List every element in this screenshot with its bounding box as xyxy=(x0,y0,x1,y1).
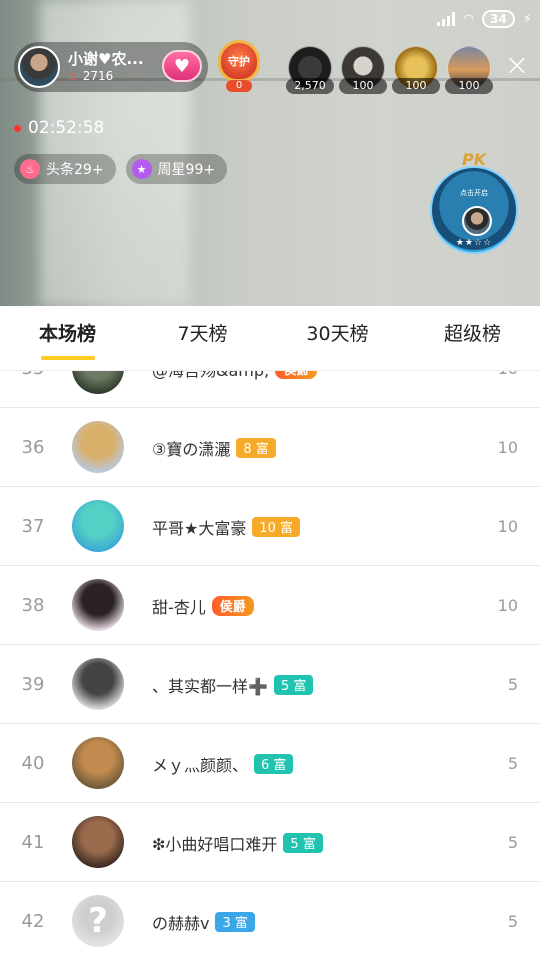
contribution-score: 5 xyxy=(507,833,518,852)
user-avatar[interactable] xyxy=(72,500,124,552)
rank-number: 39 xyxy=(21,674,45,695)
ranking-row[interactable]: 36 ③寶の潇灑 8 富 10 xyxy=(0,408,540,487)
ranking-rows: 35 @海吾殇&amp; 侯爵 10 36 ③寶の潇灑8 富 10 37 平哥★大富豪10 富 1… xyxy=(0,370,540,960)
ranking-row[interactable]: 38 甜-杏儿 侯爵 10 xyxy=(0,566,540,645)
viewer-avatar[interactable]: 2,570 xyxy=(286,46,334,94)
user-name: 、其实都一样➕ xyxy=(152,676,268,696)
viewer-badge: 100 xyxy=(339,78,387,94)
flame-icon: ♨ xyxy=(20,159,40,179)
user-avatar[interactable] xyxy=(72,658,124,710)
tag-weekly-star[interactable]: ★ 周星99+ xyxy=(125,154,228,184)
timer-text: 02:52:58 xyxy=(28,118,105,138)
star-icon: ★ xyxy=(131,159,152,179)
viewer-badge: 100 xyxy=(445,78,493,94)
flame-icon: ♨ xyxy=(68,69,79,83)
level-badge: 5 富 xyxy=(283,832,323,853)
user-avatar[interactable] xyxy=(72,816,124,868)
contribution-score: 10 xyxy=(498,371,518,408)
guard-button[interactable]: 守护 0 xyxy=(218,40,260,92)
level-badge: 8 富 xyxy=(236,437,276,458)
viewer-badge: 100 xyxy=(392,78,440,94)
rank-number: 36 xyxy=(21,437,45,458)
contribution-score: 10 xyxy=(497,517,518,536)
user-name: ③寶の潇灑 xyxy=(152,439,231,459)
level-badge: 10 富 xyxy=(252,516,301,537)
pk-ring: 点击开启 ★★☆☆ xyxy=(430,166,518,254)
level-badge: 侯爵 xyxy=(275,371,318,379)
ranking-row[interactable]: 41 ❇小曲好唱口难开 5 富 5 xyxy=(0,803,540,882)
user-avatar[interactable] xyxy=(72,737,124,789)
viewer-avatar[interactable]: 100 xyxy=(445,46,493,94)
tab-7-days[interactable]: 7天榜 xyxy=(135,306,270,370)
charging-icon: ⚡ xyxy=(522,11,532,27)
level-badge: 6 富 xyxy=(254,753,294,774)
rank-number: 42 xyxy=(21,911,45,932)
contribution-score: 10 xyxy=(497,596,518,615)
pk-hint: 点击开启 xyxy=(460,189,488,197)
rank-number: 41 xyxy=(21,832,45,853)
tag-label: 周星99+ xyxy=(157,162,216,178)
live-timer: 02:52:58 xyxy=(14,118,104,138)
rank-number: 35 xyxy=(8,371,58,408)
contribution-score: 10 xyxy=(497,438,518,457)
contribution-score: 5 xyxy=(507,912,518,931)
ranking-list[interactable]: 35 @海吾殇&amp; 侯爵 10 36 ③寶の潇灑8 富 10 37 平哥★大富豪10 富 1… xyxy=(0,370,540,960)
contribution-score: 5 xyxy=(507,754,518,773)
wifi-icon: ◠ xyxy=(462,11,475,27)
rank-number: 40 xyxy=(21,753,45,774)
user-name: 平哥★大富豪 xyxy=(152,518,247,538)
ranking-row[interactable]: 40 メｙ灬颜颜、 6 富 5 xyxy=(0,724,540,803)
follow-button[interactable]: ♥ xyxy=(162,50,202,82)
ranking-tabs: 本场榜 7天榜 30天榜 超级榜 xyxy=(0,306,540,370)
level-badge: 侯爵 xyxy=(211,595,254,616)
anchor-avatar[interactable] xyxy=(18,46,60,88)
ranking-row[interactable]: 42? の赫赫v 3 富 5 xyxy=(0,882,540,960)
tab-30-days[interactable]: 30天榜 xyxy=(270,306,405,370)
guard-shield-icon: 守护 xyxy=(218,40,260,82)
viewer-avatar[interactable]: 100 xyxy=(339,46,387,94)
user-avatar[interactable]: ? xyxy=(72,895,124,947)
user-name: @海吾殇&amp; xyxy=(152,370,270,380)
ranking-row[interactable]: 35 @海吾殇&amp; 侯爵 10 xyxy=(0,370,540,408)
anchor-fans-count: 2716 xyxy=(82,69,114,83)
contribution-score: 5 xyxy=(507,675,518,694)
pk-stars: ★★☆☆ xyxy=(455,238,493,248)
tab-super[interactable]: 超级榜 xyxy=(405,306,540,370)
viewer-badge: 2,570 xyxy=(286,78,334,94)
signal-icon xyxy=(436,12,455,26)
anchor-name: 小谢♥农... xyxy=(68,50,144,68)
user-name: ❇小曲好唱口难开 xyxy=(152,834,278,854)
guard-label: 守护 xyxy=(228,55,250,68)
battery-indicator: 34 xyxy=(482,10,515,28)
live-video-area: ◠ 34 ⚡ 小谢♥农... ♨ 2716 ♥ 守护 0 2,570 100 1… xyxy=(0,0,540,306)
guard-count: 0 xyxy=(226,80,252,92)
ranking-row[interactable]: 39 、其实都一样➕ 5 富 5 xyxy=(0,645,540,724)
pk-button[interactable]: PK 点击开启 ★★☆☆ xyxy=(428,150,520,260)
user-name: メｙ灬颜颜、 xyxy=(152,755,249,775)
anchor-info[interactable]: 小谢♥农... ♨ 2716 ♥ xyxy=(14,42,208,92)
rank-number: 37 xyxy=(21,516,45,537)
tab-this-show[interactable]: 本场榜 xyxy=(0,306,135,370)
heart-icon: ♥ xyxy=(173,55,191,77)
rank-tags: ♨ 头条29+ ★ 周星99+ xyxy=(14,154,228,184)
question-mark-icon: ? xyxy=(88,901,108,941)
user-name: の赫赫v xyxy=(152,913,210,933)
user-avatar[interactable] xyxy=(72,579,124,631)
tag-headline[interactable]: ♨ 头条29+ xyxy=(14,154,116,184)
top-viewers: 2,570 100 100 100 xyxy=(286,46,493,94)
ranking-row[interactable]: 37 平哥★大富豪 10 富 10 xyxy=(0,487,540,566)
user-avatar[interactable] xyxy=(72,421,124,473)
close-icon[interactable]: × xyxy=(502,51,532,82)
tag-label: 头条29+ xyxy=(46,162,104,178)
rank-number: 38 xyxy=(21,595,45,616)
pk-avatar xyxy=(462,206,492,236)
viewer-avatar[interactable]: 100 xyxy=(392,46,440,94)
user-avatar[interactable] xyxy=(72,371,124,394)
status-bar: ◠ 34 ⚡ xyxy=(436,8,532,30)
level-badge: 3 富 xyxy=(215,911,255,932)
level-badge: 5 富 xyxy=(273,674,314,695)
user-name: 甜-杏儿 xyxy=(152,597,206,617)
recording-dot-icon xyxy=(14,124,21,132)
